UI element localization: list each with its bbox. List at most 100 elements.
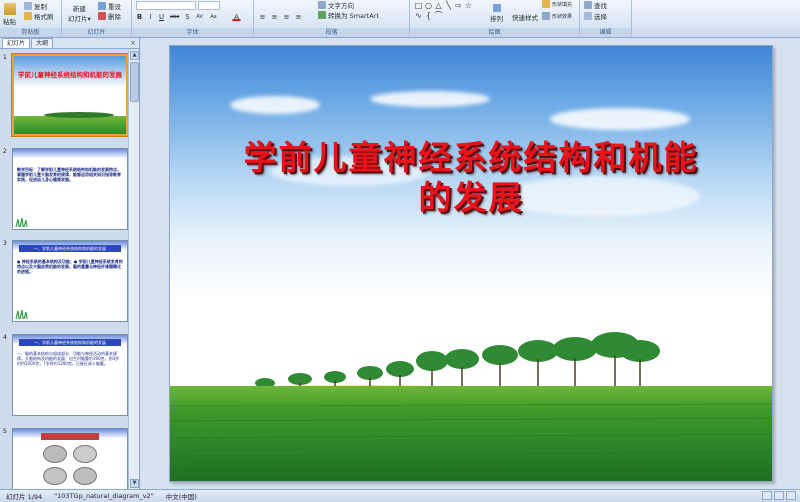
select-icon (584, 12, 592, 20)
thumbnail-number: 5 (3, 428, 7, 435)
tab-outline[interactable]: 大纲 (31, 38, 54, 48)
slide-title[interactable]: 学前儿童神经系统结构和机能 的发展 (190, 138, 752, 218)
thumbnail-trees (44, 112, 114, 118)
thumbnail-slide-1[interactable]: 学前儿童神经系统结构和机能的发展 (11, 53, 129, 137)
align-right-button[interactable]: ≡ (282, 12, 291, 21)
fill-icon (542, 0, 550, 8)
editing-group: 查找 选择 编辑 (580, 0, 632, 38)
shadow-button[interactable]: S (183, 12, 192, 21)
format-painter-button[interactable]: 格式刷 (24, 11, 54, 21)
thumbnail-number: 2 (3, 148, 7, 155)
pane-tabs: 幻灯片 大纲 × (0, 38, 139, 49)
scroll-thumb[interactable] (130, 62, 139, 102)
field-texture (170, 403, 772, 473)
thumbnail-body: ● 神经系统的基本结构及功能；● 学前儿童神经系统发育的特点以及大脑皮质机能的发… (17, 259, 123, 274)
slideshow-icon[interactable] (786, 491, 796, 500)
slides-label: 幻灯片 (62, 28, 131, 37)
align-center-button[interactable]: ≡ (270, 12, 279, 21)
scroll-down-icon[interactable]: ▼ (130, 479, 139, 488)
thumbnail-number: 1 (3, 54, 7, 61)
view-buttons (762, 491, 796, 500)
line-shape-icon[interactable]: ╲ (444, 2, 453, 10)
find-button[interactable]: 查找 (584, 0, 607, 10)
arrange-button[interactable]: 排列 (490, 4, 503, 23)
shape-effects-button[interactable]: 形状效果 (542, 12, 572, 20)
chevron-shape-icon[interactable]: ⌒ (434, 12, 443, 20)
cloud (370, 91, 490, 107)
align-left-button[interactable]: ≡ (258, 12, 267, 21)
underline-button[interactable]: U (157, 12, 166, 21)
reset-icon (98, 2, 106, 10)
thumbnail-slide-5[interactable] (12, 428, 128, 489)
strikethrough-button[interactable]: abe (169, 12, 179, 21)
slides-group: 新建 幻灯片▾ 重设 删除 幻灯片 (62, 0, 132, 38)
tab-slides[interactable]: 幻灯片 (2, 38, 31, 48)
delete-slide-button[interactable]: 删除 (98, 11, 121, 21)
thumbnail-number: 4 (3, 334, 7, 341)
char-spacing-button[interactable]: AV (195, 12, 204, 21)
paragraph-label: 段落 (254, 28, 409, 37)
arrow-shape-icon[interactable]: ⇨ (454, 2, 463, 10)
grass-icon (15, 218, 28, 227)
language-indicator[interactable]: 中文(中国) (160, 491, 203, 501)
slide-title-line-1: 学前儿童神经系统结构和机能 (243, 138, 699, 177)
text-direction-icon (318, 1, 326, 9)
drawing-label: 绘图 (410, 28, 579, 37)
brain-image (43, 467, 67, 485)
select-button[interactable]: 选择 (584, 11, 607, 21)
thumbnail-body: 教学目标：了解学前儿童神经系统结构和机能的发展特点，掌握学前儿童大脑发育的规律，… (17, 167, 121, 182)
justify-button[interactable]: ≡ (294, 12, 303, 21)
find-icon (584, 1, 592, 9)
thumbnail-slide-4[interactable]: 一、学前儿童神经系统结构和机能的发展 一、脑的基本结构与组成部分、功能与神经活动… (12, 334, 128, 416)
curve-shape-icon[interactable]: ∿ (414, 12, 423, 20)
change-case-button[interactable]: Aa (209, 12, 218, 21)
slide-title-line-2: 的发展 (418, 178, 524, 217)
copy-icon (24, 2, 32, 10)
copy-button[interactable]: 复制 (24, 1, 47, 11)
quick-styles-button[interactable]: 快速样式 (512, 12, 538, 22)
close-pane-icon[interactable]: × (130, 39, 136, 47)
slide-counter: 幻灯片 1/94 (6, 493, 43, 501)
status-bar: 幻灯片 1/94 "103TGp_natural_diagram_v2" 中文(… (0, 489, 800, 502)
paste-icon (3, 3, 16, 15)
brain-image (43, 445, 67, 463)
star-shape-icon[interactable]: ☆ (464, 2, 473, 10)
font-group: B I U abe S AV Aa A 字体 (132, 0, 254, 38)
arrange-icon (492, 4, 501, 12)
thumbnail-heading (41, 433, 99, 440)
thumbnail-heading: 一、学前儿童神经系统结构和机能的发展 (19, 339, 121, 346)
reset-button[interactable]: 重设 (98, 1, 121, 11)
triangle-shape-icon[interactable]: △ (434, 2, 443, 10)
font-color-button[interactable]: A (232, 12, 241, 21)
ribbon: 粘贴 复制 格式刷 剪贴板 新建 幻灯片▾ 重设 删除 幻灯片 B I U ab… (0, 0, 800, 38)
font-size-box[interactable] (198, 1, 220, 10)
cloud (550, 108, 690, 130)
brush-icon (24, 12, 32, 20)
theme-name: "103TGp_natural_diagram_v2" (54, 492, 154, 500)
shape-fill-button[interactable]: 形状填充 (542, 0, 572, 8)
thumbnail-heading: 一、学前儿童神经系统结构和机能的发展 (19, 245, 121, 252)
paste-button[interactable]: 粘贴 (3, 3, 16, 26)
italic-button[interactable]: I (146, 12, 155, 21)
effects-icon (542, 12, 550, 20)
thumbnail-slide-2[interactable]: 教学目标：了解学前儿童神经系统结构和机能的发展特点，掌握学前儿童大脑发育的规律，… (12, 148, 128, 230)
font-name-box[interactable] (136, 1, 196, 10)
rectangle-shape-icon[interactable]: □ (414, 2, 423, 10)
delete-icon (98, 12, 106, 20)
thumbnail-scrollbar[interactable]: ▲ ▼ (128, 50, 139, 489)
current-slide[interactable]: 学前儿童神经系统结构和机能 的发展 (169, 45, 773, 482)
smartart-button[interactable]: 转换为 SmartArt (318, 10, 379, 20)
editing-label: 编辑 (580, 28, 631, 37)
normal-view-icon[interactable] (762, 491, 772, 500)
text-direction-button[interactable]: 文字方向 (318, 0, 354, 10)
oval-shape-icon[interactable]: ○ (424, 2, 433, 10)
sorter-view-icon[interactable] (774, 491, 784, 500)
bold-button[interactable]: B (135, 12, 144, 21)
scroll-up-icon[interactable]: ▲ (130, 51, 139, 60)
thumbnail-title: 学前儿童神经系统结构和机能的发展 (18, 71, 122, 79)
new-slide-button[interactable]: 新建 幻灯片▾ (68, 3, 91, 23)
thumbnail-slide-3[interactable]: 一、学前儿童神经系统结构和机能的发展 ● 神经系统的基本结构及功能；● 学前儿童… (12, 240, 128, 322)
bracket-shape-icon[interactable]: { (424, 12, 433, 20)
cloud (230, 96, 320, 114)
slide-editor: 学前儿童神经系统结构和机能 的发展 (141, 38, 800, 489)
